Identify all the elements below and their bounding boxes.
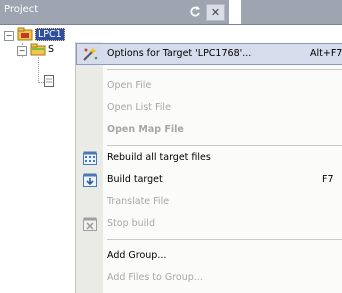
tree-root-label[interactable]: LPC1 xyxy=(35,28,65,41)
menu-item-stop-build[interactable]: Stop build xyxy=(76,213,342,235)
menu-item-label: Open List File xyxy=(107,102,171,113)
menu-item-label: Options for Target 'LPC1768'... xyxy=(107,48,252,59)
menu-item-translate-file[interactable]: Translate File xyxy=(76,191,342,213)
menu-item-label: Stop build xyxy=(107,218,155,229)
titlebar-gap xyxy=(229,0,241,24)
menu-item-add-files-to-group[interactable]: Add Files to Group... xyxy=(76,267,342,289)
menu-item-label: Add Group... xyxy=(107,250,167,261)
magic-wand-icon xyxy=(82,46,98,62)
menu-item-open-list-file[interactable]: Open List File xyxy=(76,97,342,119)
menu-item-build-target[interactable]: Build target F7 xyxy=(76,169,342,191)
menu-item-label: Add Files to Group... xyxy=(107,272,203,283)
menu-item-label: Open Map File xyxy=(107,124,184,135)
menu-item-label: Rebuild all target files xyxy=(107,152,211,163)
rebuild-icon xyxy=(82,150,98,166)
menu-item-shortcut: Alt+F7 xyxy=(310,48,342,59)
menu-separator xyxy=(107,239,342,240)
pin-icon[interactable] xyxy=(187,5,203,19)
root-expander-icon[interactable]: − xyxy=(4,31,14,41)
close-pane-button[interactable]: ✕ xyxy=(206,4,225,21)
group-folder-icon xyxy=(30,43,46,59)
menu-item-open-map-file[interactable]: Open Map File xyxy=(76,119,342,141)
group-expander-icon[interactable]: − xyxy=(17,46,27,56)
menu-item-open-file[interactable]: Open File xyxy=(76,75,342,97)
menu-item-label: Translate File xyxy=(107,196,170,207)
menu-item-shortcut: F7 xyxy=(322,174,334,185)
menu-item-options-for-target[interactable]: Options for Target 'LPC1768'... Alt+F7 xyxy=(76,43,342,65)
source-file-icon[interactable] xyxy=(44,75,54,90)
menu-item-rebuild-all[interactable]: Rebuild all target files xyxy=(76,147,342,169)
tree-group-label[interactable]: S xyxy=(48,44,54,55)
stop-build-icon xyxy=(82,216,98,232)
menu-item-label: Open File xyxy=(107,80,152,91)
context-menu: Options for Target 'LPC1768'... Alt+F7 O… xyxy=(75,42,342,293)
menu-item-label: Build target xyxy=(107,174,163,185)
ide-window: Project ✕ − LPC1 − S Options for Target … xyxy=(0,0,342,293)
tree-connector xyxy=(38,57,39,83)
project-pane-titlebar: Project ✕ xyxy=(0,0,342,25)
build-icon xyxy=(82,172,98,188)
menu-separator xyxy=(107,145,342,146)
close-icon: ✕ xyxy=(210,6,221,19)
menu-item-add-group[interactable]: Add Group... xyxy=(76,245,342,267)
project-pane-title: Project xyxy=(4,4,39,15)
menu-separator xyxy=(107,69,342,70)
target-folder-icon xyxy=(17,27,33,44)
